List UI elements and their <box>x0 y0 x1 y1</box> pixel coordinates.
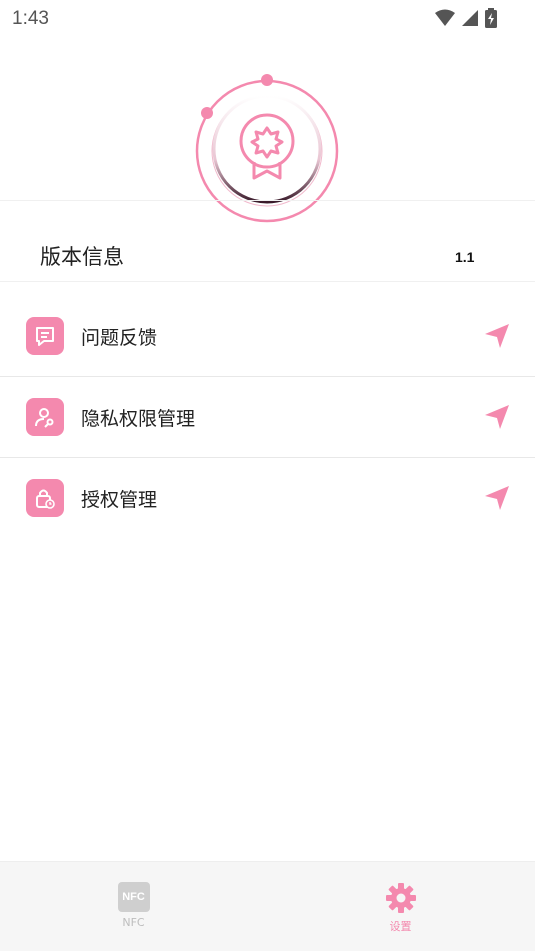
status-bar: 1:43 <box>0 0 535 40</box>
menu-item-privacy[interactable]: 隐私权限管理 <box>0 377 535 458</box>
cellular-signal-icon <box>462 10 478 26</box>
privacy-icon <box>26 398 64 436</box>
tab-settings[interactable]: 设置 <box>267 862 534 951</box>
menu-item-feedback[interactable]: 问题反馈 <box>0 296 535 377</box>
feedback-icon <box>26 317 64 355</box>
tab-nfc[interactable]: NFC NFC <box>0 862 267 951</box>
wifi-icon <box>435 9 455 26</box>
status-time: 1:43 <box>12 8 49 29</box>
menu-label-authorization: 授权管理 <box>81 488 158 511</box>
send-arrow-icon <box>485 324 509 348</box>
tab-label-settings: 设置 <box>389 920 412 933</box>
nfc-icon: NFC <box>117 882 150 912</box>
bottom-navigation: NFC NFC 设置 <box>0 861 535 951</box>
tab-label-nfc: NFC <box>122 916 145 929</box>
version-info-row: 版本信息 1.1 <box>0 200 535 282</box>
send-arrow-icon <box>485 486 509 510</box>
status-icons <box>435 8 497 28</box>
version-value: 1.1 <box>455 249 475 265</box>
gear-icon <box>385 883 416 913</box>
menu-item-authorization[interactable]: 授权管理 <box>0 458 535 538</box>
nfc-icon-text: NFC <box>122 891 145 903</box>
battery-icon <box>485 8 497 28</box>
menu-label-feedback: 问题反馈 <box>81 326 158 349</box>
version-label: 版本信息 <box>40 245 124 269</box>
menu-label-privacy: 隐私权限管理 <box>81 407 196 430</box>
send-arrow-icon <box>485 405 509 429</box>
lock-icon <box>26 479 64 517</box>
